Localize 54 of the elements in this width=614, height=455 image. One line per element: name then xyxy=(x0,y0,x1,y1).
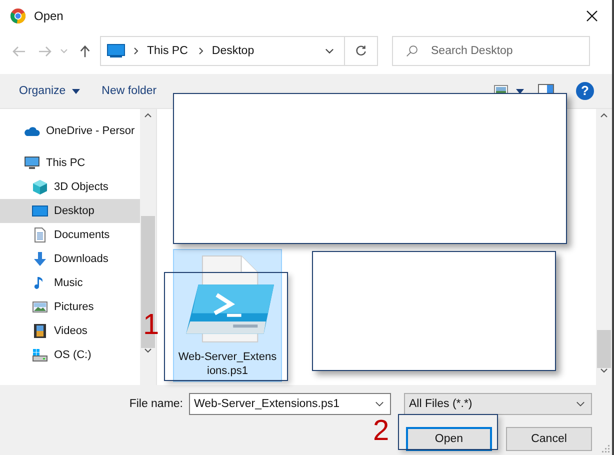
chevron-down-icon[interactable] xyxy=(576,401,585,407)
film-icon xyxy=(32,323,48,339)
scroll-thumb[interactable] xyxy=(597,330,611,368)
caret-icon xyxy=(72,88,80,94)
new-folder-button[interactable]: New folder xyxy=(102,85,157,97)
organize-menu[interactable]: Organize xyxy=(19,85,80,97)
step-number: 2 xyxy=(373,416,390,446)
monitor-icon xyxy=(107,44,125,58)
monitor-icon xyxy=(24,155,40,171)
chevron-down-icon[interactable] xyxy=(325,48,334,54)
address-bar[interactable]: This PC Desktop xyxy=(100,36,378,66)
file-name-label: File name: xyxy=(129,398,183,410)
scroll-down-icon[interactable] xyxy=(144,348,152,353)
sidebar-item[interactable]: Downloads xyxy=(0,247,140,271)
cube-icon xyxy=(32,179,48,195)
sidebar-item[interactable]: This PC xyxy=(0,151,140,175)
refresh-icon xyxy=(355,45,367,57)
file-name-field[interactable]: Web-Server_Extensions.ps1 xyxy=(189,393,391,415)
monitor-icon xyxy=(32,203,48,219)
sidebar-item[interactable]: 3D Objects xyxy=(0,175,140,199)
sidebar-item[interactable]: Music xyxy=(0,271,140,295)
step-number: 1 xyxy=(143,310,160,340)
file-item[interactable]: Web-Server_Extensions.ps1 xyxy=(173,249,282,382)
drive-icon xyxy=(32,347,48,363)
chevron-right-icon xyxy=(198,47,204,55)
sidebar-item[interactable]: OneDrive - Persor xyxy=(0,119,140,143)
close-icon[interactable] xyxy=(586,10,598,22)
scroll-down-icon[interactable] xyxy=(600,368,608,373)
scroll-up-icon[interactable] xyxy=(144,113,152,118)
chevron-down-icon[interactable] xyxy=(375,401,384,407)
open-button[interactable]: Open xyxy=(406,427,492,451)
sidebar-item[interactable]: Documents xyxy=(0,223,140,247)
sidebar-item[interactable]: Pictures xyxy=(0,295,140,319)
file-type-dropdown[interactable]: All Files (*.*) xyxy=(404,393,592,415)
resize-grip-icon[interactable] xyxy=(602,445,610,453)
scrollbar[interactable] xyxy=(596,109,612,385)
sidebar-item[interactable]: OS (C:) xyxy=(0,343,140,367)
up-icon[interactable] xyxy=(78,44,92,58)
document-icon xyxy=(32,227,48,243)
help-button[interactable]: ? xyxy=(576,82,594,100)
download-icon xyxy=(32,251,48,267)
chevron-right-icon xyxy=(133,47,139,55)
cancel-button[interactable]: Cancel xyxy=(506,427,592,451)
browser-icon xyxy=(10,8,26,24)
picture-icon xyxy=(32,299,48,315)
window-title: Open xyxy=(34,9,64,23)
search-field[interactable]: Search Desktop xyxy=(392,36,590,66)
breadcrumb[interactable]: Desktop xyxy=(212,45,254,57)
scrollbar[interactable] xyxy=(140,109,156,385)
sidebar-item[interactable]: Videos xyxy=(0,319,140,343)
sidebar-item[interactable]: Desktop xyxy=(0,199,140,223)
breadcrumb[interactable]: This PC xyxy=(147,45,188,57)
search-icon xyxy=(406,45,418,57)
scroll-up-icon[interactable] xyxy=(600,113,608,118)
